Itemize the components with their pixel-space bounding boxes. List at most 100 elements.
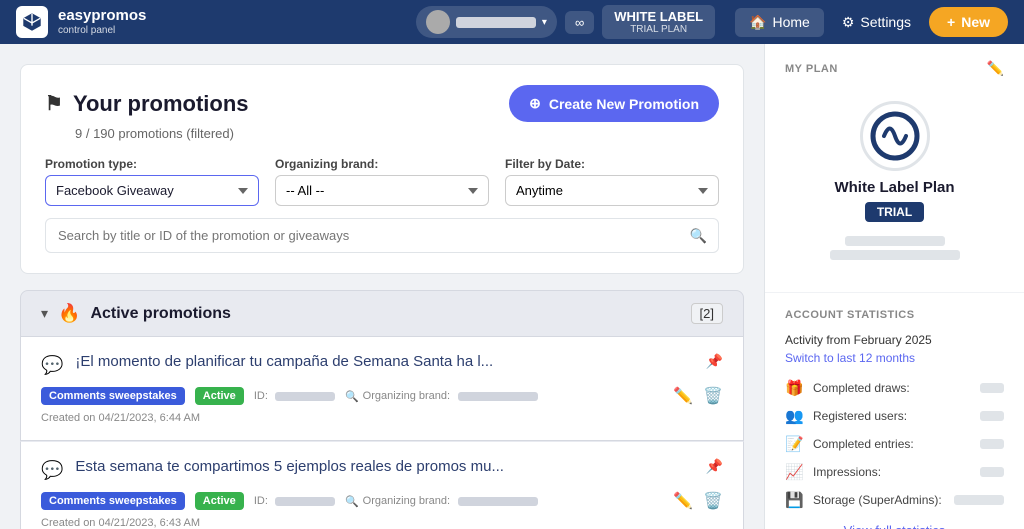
logo-text: easypromos control panel bbox=[58, 8, 146, 36]
plan-logo-circle bbox=[860, 101, 930, 171]
white-label-badge: WHITE LABEL TRIAL PLAN bbox=[602, 5, 715, 39]
my-plan-section: MY PLAN ✏️ White Label Plan TRIAL bbox=[765, 44, 1024, 293]
promotions-count: 9 / 190 promotions (filtered) bbox=[75, 126, 719, 141]
promotions-title: ⚑ Your promotions bbox=[45, 91, 249, 117]
stat-row-completed-draws: 🎁 Completed draws: bbox=[785, 379, 1004, 397]
promo-card-1-title: ¡El momento de planificar tu campaña de … bbox=[75, 353, 693, 370]
stat-row-completed-entries: 📝 Completed entries: bbox=[785, 435, 1004, 453]
filter-brand-select[interactable]: -- All -- bbox=[275, 175, 489, 206]
create-promotion-button[interactable]: ⊕ Create New Promotion bbox=[509, 85, 719, 122]
section-title: Active promotions bbox=[90, 305, 680, 323]
filter-date-label: Filter by Date: bbox=[505, 157, 719, 171]
stats-period-link[interactable]: Switch to last 12 months bbox=[785, 351, 1004, 365]
meta-actions-2: ✏️ 🗑️ bbox=[673, 491, 723, 511]
delete-icon-1[interactable]: 🗑️ bbox=[703, 386, 723, 406]
badge-active-1: Active bbox=[195, 387, 244, 405]
home-link[interactable]: 🏠 Home bbox=[735, 8, 824, 37]
active-promotions-section: ▾ 🔥 Active promotions [2] 💬 ¡El momento … bbox=[20, 290, 744, 529]
trial-badge: TRIAL bbox=[865, 202, 924, 222]
completed-draws-value bbox=[980, 383, 1004, 393]
avatar bbox=[426, 10, 450, 34]
edit-icon-1[interactable]: ✏️ bbox=[673, 386, 693, 406]
completed-entries-value bbox=[980, 439, 1004, 449]
search-icon: 🔍 bbox=[690, 227, 707, 244]
view-full-statistics-link[interactable]: View full statistics bbox=[785, 523, 1004, 529]
new-button[interactable]: + New bbox=[929, 7, 1008, 37]
edit-icon-2[interactable]: ✏️ bbox=[673, 491, 693, 511]
filter-date-select[interactable]: Anytime bbox=[505, 175, 719, 206]
promo-card-1: 💬 ¡El momento de planificar tu campaña d… bbox=[20, 337, 744, 441]
filter-type-select[interactable]: Facebook Giveaway bbox=[45, 175, 259, 206]
stat-row-registered-users: 👥 Registered users: bbox=[785, 407, 1004, 425]
my-plan-title: MY PLAN bbox=[785, 63, 838, 75]
promo-card-2: 💬 Esta semana te compartimos 5 ejemplos … bbox=[20, 441, 744, 529]
stat-row-impressions: 📈 Impressions: bbox=[785, 463, 1004, 481]
search-brand-icon: 🔍 bbox=[345, 390, 359, 403]
storage-label: Storage (SuperAdmins): bbox=[813, 493, 944, 507]
badge-active-2: Active bbox=[195, 492, 244, 510]
right-sidebar: MY PLAN ✏️ White Label Plan TRIAL bbox=[764, 44, 1024, 529]
comment-icon: 💬 bbox=[41, 355, 63, 376]
plan-name: White Label Plan bbox=[834, 179, 954, 196]
pin-icon: 📌 bbox=[706, 353, 723, 370]
meta-id-2: ID: bbox=[254, 495, 335, 507]
content-area: ⚑ Your promotions ⊕ Create New Promotion… bbox=[0, 44, 764, 529]
chevron-down-icon[interactable]: ▾ bbox=[41, 305, 48, 322]
infinity-badge: ∞ bbox=[565, 11, 594, 34]
promo-created-2: Created on 04/21/2023, 6:43 AM bbox=[41, 517, 723, 529]
search-row: 🔍 bbox=[45, 218, 719, 253]
stats-period: Activity from February 2025 bbox=[785, 333, 1004, 347]
promo-title-row: ⚑ Your promotions ⊕ Create New Promotion bbox=[45, 85, 719, 122]
filters-row: Promotion type: Facebook Giveaway Organi… bbox=[45, 157, 719, 206]
filter-brand-group: Organizing brand: -- All -- bbox=[275, 157, 489, 206]
comment-icon-2: 💬 bbox=[41, 460, 63, 481]
my-plan-header: MY PLAN ✏️ bbox=[785, 60, 1004, 77]
section-count: [2] bbox=[691, 303, 723, 324]
plan-logo-area: White Label Plan TRIAL bbox=[785, 89, 1004, 276]
storage-icon: 💾 bbox=[785, 491, 803, 509]
plus-icon: + bbox=[947, 14, 955, 30]
meta-id-1: ID: bbox=[254, 390, 335, 402]
delete-icon-2[interactable]: 🗑️ bbox=[703, 491, 723, 511]
id-value-1 bbox=[275, 392, 335, 401]
impressions-icon: 📈 bbox=[785, 463, 803, 481]
pin-icon-2: 📌 bbox=[706, 458, 723, 475]
filter-type-group: Promotion type: Facebook Giveaway bbox=[45, 157, 259, 206]
plan-user-info bbox=[830, 232, 960, 264]
section-header: ▾ 🔥 Active promotions [2] bbox=[20, 290, 744, 337]
badge-sweepstakes-2: Comments sweepstakes bbox=[41, 492, 185, 510]
settings-icon: ⚙ bbox=[842, 14, 855, 31]
meta-brand-2: 🔍 Organizing brand: bbox=[345, 495, 538, 508]
promo-card-1-header: 💬 ¡El momento de planificar tu campaña d… bbox=[41, 353, 723, 376]
user-avatar-group[interactable]: ▾ bbox=[416, 6, 557, 38]
promo-card-2-title: Esta semana te compartimos 5 ejemplos re… bbox=[75, 458, 693, 475]
search-input[interactable] bbox=[45, 218, 719, 253]
nav-links: 🏠 Home ⚙ Settings + New bbox=[735, 7, 1008, 37]
badge-sweepstakes-1: Comments sweepstakes bbox=[41, 387, 185, 405]
promo-created-1: Created on 04/21/2023, 6:44 AM bbox=[41, 412, 723, 424]
user-email-blur bbox=[845, 236, 945, 246]
nav-center: ▾ ∞ WHITE LABEL TRIAL PLAN bbox=[416, 5, 715, 39]
logo-icon bbox=[16, 6, 48, 38]
user-detail-blur bbox=[830, 250, 960, 260]
home-icon: 🏠 bbox=[749, 14, 766, 31]
stats-title: ACCOUNT STATISTICS bbox=[785, 309, 1004, 321]
completed-entries-label: Completed entries: bbox=[813, 437, 970, 451]
chevron-down-icon: ▾ bbox=[542, 17, 547, 28]
settings-link[interactable]: ⚙ Settings bbox=[828, 8, 925, 37]
entries-icon: 📝 bbox=[785, 435, 803, 453]
promo-card-2-meta: Comments sweepstakes Active ID: 🔍 Organi… bbox=[41, 491, 723, 511]
impressions-value bbox=[980, 467, 1004, 477]
main-layout: ⚑ Your promotions ⊕ Create New Promotion… bbox=[0, 44, 1024, 529]
edit-plan-icon[interactable]: ✏️ bbox=[987, 60, 1004, 77]
impressions-label: Impressions: bbox=[813, 465, 970, 479]
search-brand-icon-2: 🔍 bbox=[345, 495, 359, 508]
brand-value-2 bbox=[458, 497, 538, 506]
filter-brand-label: Organizing brand: bbox=[275, 157, 489, 171]
id-value-2 bbox=[275, 497, 335, 506]
filter-type-label: Promotion type: bbox=[45, 157, 259, 171]
flag-icon: ⚑ bbox=[45, 91, 63, 116]
plus-circle-icon: ⊕ bbox=[529, 95, 541, 112]
fire-icon: 🔥 bbox=[58, 303, 80, 324]
registered-users-value bbox=[980, 411, 1004, 421]
